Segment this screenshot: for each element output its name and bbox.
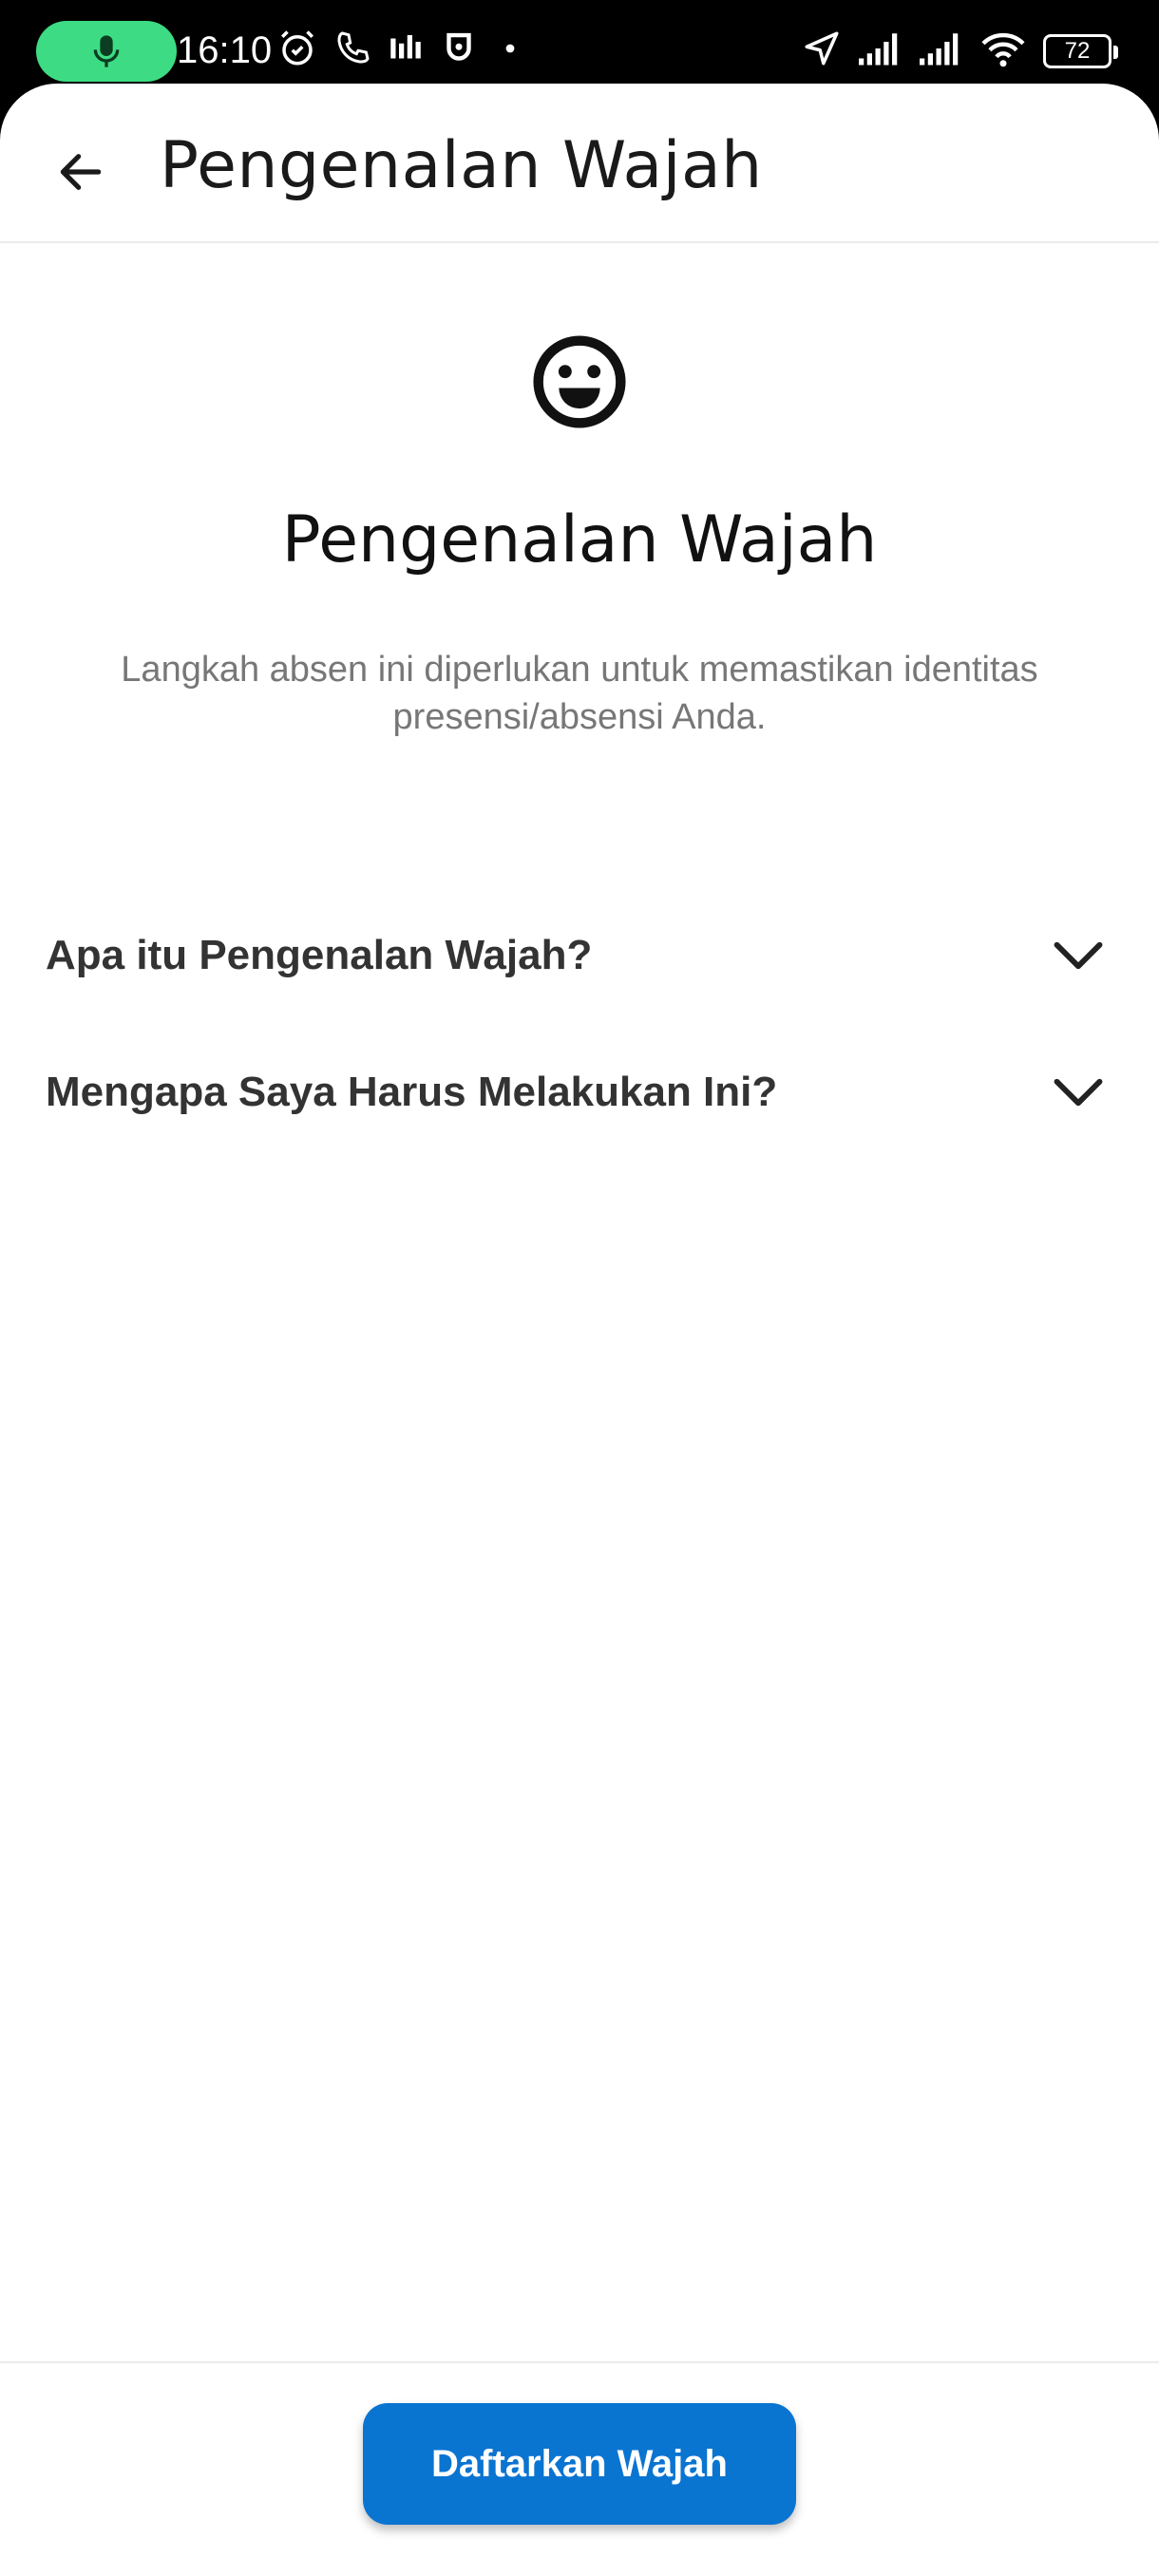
notification-app-icon — [446, 32, 471, 61]
mic-indicator[interactable] — [36, 21, 177, 82]
faq-item-why[interactable]: Mengapa Saya Harus Melakukan Ini? — [0, 1035, 1159, 1149]
section-heading: Pengenalan Wajah — [281, 502, 878, 578]
wifi-icon — [981, 32, 1025, 67]
section-description: Langkah absen ini diperlukan untuk memas… — [121, 650, 1038, 737]
back-button[interactable] — [38, 129, 124, 215]
battery-icon: 72 — [1043, 34, 1118, 68]
faq-question: Apa itu Pengenalan Wajah? — [46, 932, 593, 978]
signal-icon — [920, 33, 959, 66]
faq-item-what-is[interactable]: Apa itu Pengenalan Wajah? — [0, 899, 1159, 1013]
chevron-down-icon — [1054, 941, 1103, 970]
chevron-down-icon — [1054, 1078, 1103, 1107]
location-arrow-icon — [805, 31, 839, 66]
smiley-face-icon — [533, 335, 626, 428]
page-title: Pengenalan Wajah — [160, 128, 763, 203]
status-bar: 16:10 72 — [0, 0, 1159, 95]
mic-icon — [93, 35, 120, 67]
alarm-icon — [281, 30, 314, 66]
bottom-action-bar: Daftarkan Wajah — [0, 2361, 1159, 2576]
equalizer-icon — [390, 35, 421, 59]
app-bar: Pengenalan Wajah — [0, 84, 1159, 243]
status-time: 16:10 — [177, 29, 273, 71]
arrow-left-icon — [60, 154, 102, 190]
faq-question: Mengapa Saya Harus Melakukan Ini? — [46, 1069, 778, 1115]
dot-icon — [505, 44, 515, 53]
signal-icon — [859, 33, 898, 66]
phone-icon — [337, 31, 370, 64]
app-screen: Pengenalan Wajah Pengenalan Wajah Langka… — [0, 84, 1159, 2576]
register-face-button[interactable]: Daftarkan Wajah — [363, 2403, 796, 2525]
